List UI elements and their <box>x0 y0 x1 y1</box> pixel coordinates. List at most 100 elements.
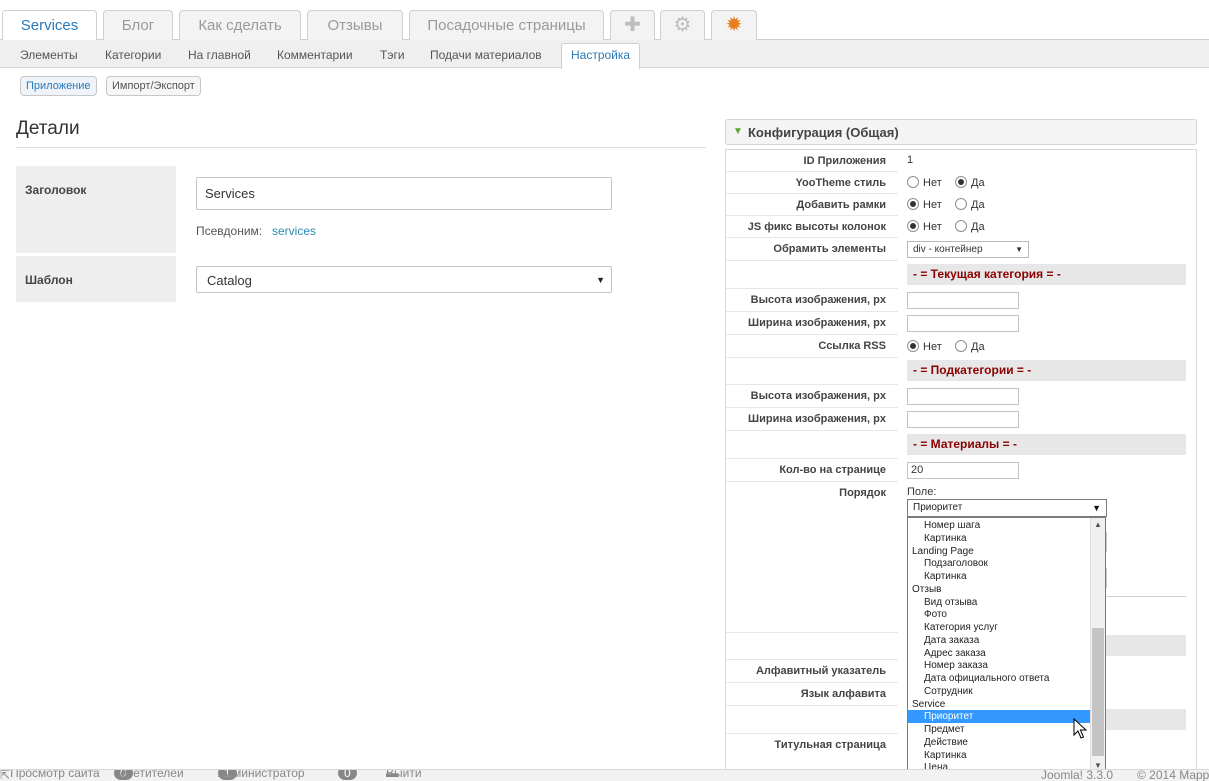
section-current-category: - = Текущая категория = - <box>907 264 1186 285</box>
template-label-cell: Шаблон <box>16 256 176 302</box>
add-frames-no[interactable]: Нет <box>907 198 942 211</box>
subtab-config[interactable]: Настройка <box>561 43 641 69</box>
app-settings-icon: ✹ <box>725 14 743 36</box>
sub-img-width-input[interactable] <box>907 411 1019 428</box>
tab-how-to[interactable]: Как сделать <box>179 10 301 40</box>
radio-icon <box>955 198 967 210</box>
dropdown-option[interactable]: Дата официального ответа <box>908 672 1090 685</box>
template-select-value: Catalog <box>207 273 252 288</box>
row-divider <box>726 334 898 335</box>
title-label-cell: Заголовок <box>16 166 176 253</box>
dropdown-option-group: Отзыв <box>912 583 942 595</box>
title-label: Заголовок <box>25 183 87 197</box>
rss-link-label: Ссылка RSS <box>818 340 886 352</box>
dropdown-option[interactable]: Категория услуг <box>908 621 1090 634</box>
alpha-lang-label: Язык алфавита <box>800 688 886 700</box>
config-panel-title: Конфигурация (Общая) <box>748 125 899 140</box>
dropdown-option[interactable]: Адрес заказа <box>908 647 1090 660</box>
settings-button[interactable]: ⚙ <box>660 10 705 40</box>
dropdown-scrollbar[interactable]: ▲ ▼ <box>1090 518 1105 772</box>
tab-services[interactable]: Services <box>2 10 97 41</box>
row-divider <box>726 215 898 216</box>
yootheme-style-yes[interactable]: Да <box>955 176 985 189</box>
title-page-label: Титульная страница <box>774 739 886 751</box>
scrollbar-thumb[interactable] <box>1092 628 1104 756</box>
dropdown-option-group: Service <box>912 698 946 710</box>
dropdown-option[interactable]: Картинка <box>908 532 1090 545</box>
pill-import-export[interactable]: Импорт/Экспорт <box>106 76 201 96</box>
yootheme-style-no[interactable]: Нет <box>907 176 942 189</box>
tab-reviews[interactable]: Отзывы <box>307 10 403 40</box>
dropdown-option-group: Landing Page <box>912 545 974 557</box>
dropdown-option[interactable]: Вид отзыва <box>908 596 1090 609</box>
pill-application[interactable]: Приложение <box>20 76 97 96</box>
copyright-text: © 2014 Марр <box>1137 769 1209 781</box>
section-tabs-bar: Элементы Категории На главной Комментари… <box>0 40 1209 69</box>
radio-checked-icon <box>907 198 919 210</box>
dropdown-option[interactable]: Картинка <box>908 749 1090 762</box>
subtab-comments[interactable]: Комментарии <box>277 48 353 62</box>
js-fix-yes[interactable]: Да <box>955 220 985 233</box>
caret-down-icon: ▼ <box>1092 503 1101 513</box>
section-subcategories: - = Подкатегории = - <box>907 360 1186 381</box>
dropdown-option[interactable]: Картинка <box>908 570 1090 583</box>
subtab-categories[interactable]: Категории <box>105 48 161 62</box>
add-frames-yes[interactable]: Да <box>955 198 985 211</box>
rss-link-no[interactable]: Нет <box>907 340 942 353</box>
status-footer: ⇱ Просмотр сайта 0 посетителей 1 Админис… <box>0 769 1209 781</box>
wrap-elements-select[interactable]: div - контейнер ▼ <box>907 241 1029 258</box>
add-app-button[interactable]: ✚ <box>610 10 655 40</box>
plus-icon: ✚ <box>624 14 641 36</box>
radio-checked-icon <box>955 176 967 188</box>
mouse-cursor-icon <box>1073 718 1087 739</box>
per-page-input[interactable]: 20 <box>907 462 1019 479</box>
caret-down-icon: ▼ <box>1015 245 1023 254</box>
gear-icon: ⚙ <box>673 14 692 36</box>
caret-down-icon: ▼ <box>596 275 605 285</box>
cur-img-width-label: Ширина изображения, px <box>748 317 886 329</box>
radio-checked-icon <box>907 220 919 232</box>
scroll-up-icon[interactable]: ▲ <box>1094 520 1102 529</box>
dropdown-option[interactable]: Дата заказа <box>908 634 1090 647</box>
app-settings-button[interactable]: ✹ <box>711 10 757 40</box>
cur-img-height-input[interactable] <box>907 292 1019 309</box>
alias-label: Псевдоним: <box>196 224 263 238</box>
dropdown-option[interactable]: Приоритет <box>908 710 1090 724</box>
tab-blog[interactable]: Блог <box>103 10 173 40</box>
cur-img-width-input[interactable] <box>907 315 1019 332</box>
order-field-label: Поле: <box>907 486 937 498</box>
sub-img-height-label: Высота изображения, px <box>750 390 886 402</box>
per-page-label: Кол-во на странице <box>779 464 886 476</box>
dropdown-option[interactable]: Предмет <box>908 723 1090 736</box>
dropdown-option[interactable]: Действие <box>908 736 1090 749</box>
subtab-frontpage[interactable]: На главной <box>188 48 251 62</box>
sub-img-height-input[interactable] <box>907 388 1019 405</box>
row-divider <box>726 632 898 633</box>
order-label: Порядок <box>839 487 886 499</box>
title-input[interactable]: Services <box>196 177 612 210</box>
view-site-link[interactable]: ⇱ Просмотр сайта <box>0 770 100 781</box>
dropdown-option[interactable]: Сотрудник <box>908 685 1090 698</box>
radio-icon <box>955 220 967 232</box>
dropdown-option[interactable]: Номер шага <box>908 519 1090 532</box>
subtab-submissions[interactable]: Подачи материалов <box>430 48 542 62</box>
order-field-select[interactable]: Приоритет ▼ <box>907 499 1107 517</box>
subtab-tags[interactable]: Тэги <box>380 48 405 62</box>
row-divider <box>726 682 898 683</box>
yootheme-style-label: YooTheme стиль <box>795 177 887 189</box>
config-panel-header[interactable]: ▼ Конфигурация (Общая) <box>725 119 1197 145</box>
rss-link-yes[interactable]: Да <box>955 340 985 353</box>
row-divider <box>726 705 898 706</box>
subtab-items[interactable]: Элементы <box>20 48 78 62</box>
collapse-triangle-icon: ▼ <box>733 126 743 137</box>
row-divider <box>726 237 898 238</box>
template-select[interactable]: Catalog ▼ <box>196 266 612 293</box>
js-fix-no[interactable]: Нет <box>907 220 942 233</box>
dropdown-option[interactable]: Фото <box>908 608 1090 621</box>
alias-link[interactable]: services <box>272 224 316 238</box>
row-divider <box>726 659 898 660</box>
section-materials: - = Материалы = - <box>907 434 1186 455</box>
tab-landing-pages[interactable]: Посадочные страницы <box>409 10 604 40</box>
dropdown-option[interactable]: Номер заказа <box>908 659 1090 672</box>
dropdown-option[interactable]: Подзаголовок <box>908 557 1090 570</box>
